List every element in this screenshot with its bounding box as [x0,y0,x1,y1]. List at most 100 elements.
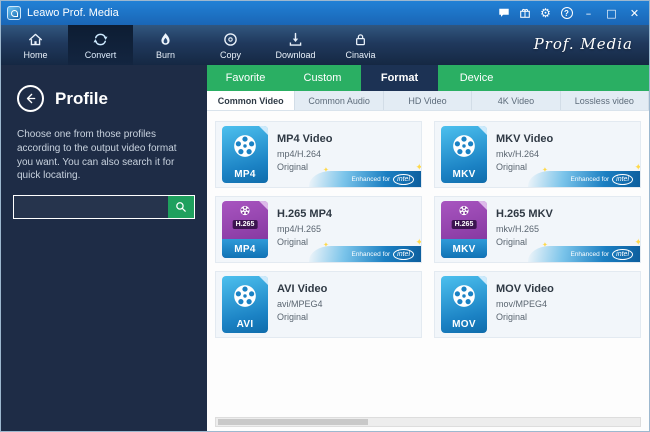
file-icon-label: MOV [452,319,476,330]
film-reel-icon [234,285,256,307]
intel-enhanced-badge: ✦ ✦ Enhanced for intel [528,239,640,262]
subtab-common-video[interactable]: Common Video [207,91,296,110]
profile-search [13,195,195,220]
sidebar-header: Profile [1,65,207,112]
toolbar-item-label: Burn [155,49,175,60]
intel-badge-text: Enhanced for [570,175,610,183]
file-icon-label: MKV [452,169,476,180]
sparkle-icon: ✦ [323,166,329,174]
profile-quality: Original [496,312,528,322]
video-file-icon: H.265 MKV [441,201,487,258]
film-reel-icon [453,285,475,307]
toolbar-item-label: Convert [84,49,117,60]
profile-description: Choose one from those profiles according… [17,129,177,182]
titlebar: Leawo Prof. Media ⚙ ? – □ ✕ [1,1,649,25]
intel-badge-text: Enhanced for [351,175,391,183]
toolbar-item-label: Copy [219,49,241,60]
minimize-button[interactable]: – [578,4,599,22]
sparkle-icon: ✦ [323,241,329,249]
toolbar-item-download[interactable]: Download [263,25,328,65]
profile-card-h265-mkv[interactable]: H.265 MKV H.265 MKV mkv/H.265 Original ✦… [434,196,641,263]
file-icon-label: AVI [236,319,254,330]
profile-info: AVI Video avi/MPEG4 Original [268,276,327,333]
sparkle-icon: ✦ [542,166,548,174]
toolbar-item-home[interactable]: Home [3,25,68,65]
profile-format: mov/MPEG4 [496,299,548,309]
search-button[interactable] [168,196,194,219]
intel-badge-text: Enhanced for [351,250,391,258]
close-button[interactable]: ✕ [624,4,645,22]
main-toolbar: Home Convert Burn Copy Download Cinavia … [1,25,649,65]
titlebar-actions: ⚙ ? – □ ✕ [494,4,645,22]
codec-label: H.265 [451,220,477,229]
sparkle-icon: ✦ [415,239,421,248]
cinavia-lock-icon [356,33,365,45]
back-button[interactable] [17,85,44,112]
search-input[interactable] [14,196,168,219]
profile-format: mkv/H.264 [496,149,540,159]
home-icon [29,33,42,45]
profile-title: MKV Video [496,133,554,145]
subtab-4k-video[interactable]: 4K Video [472,91,561,110]
intel-logo: intel [612,173,633,185]
app-window: Leawo Prof. Media ⚙ ? – □ ✕ Home Convert… [0,0,650,432]
download-icon [289,32,302,46]
gift-icon[interactable] [515,4,534,22]
profile-title: MOV Video [496,283,554,295]
tab-device[interactable]: Device [438,65,515,91]
tab-custom[interactable]: Custom [284,65,361,91]
profile-card-mov[interactable]: MOV MOV Video mov/MPEG4 Original [434,271,641,338]
toolbar-item-copy[interactable]: Copy [198,25,263,65]
intel-logo: intel [393,173,414,185]
subtab-common-audio[interactable]: Common Audio [295,91,384,110]
profile-card-avi[interactable]: AVI AVI Video avi/MPEG4 Original [215,271,422,338]
profile-title: AVI Video [277,283,328,295]
profile-panel: Favorite Custom Format Device Common Vid… [207,65,650,431]
app-logo-icon [7,6,21,20]
copy-disc-icon [224,32,237,46]
intel-enhanced-badge: ✦ ✦ Enhanced for intel [528,164,640,187]
video-file-icon: AVI [222,276,268,333]
gear-glyph: ⚙ [540,6,551,20]
intel-enhanced-badge: ✦ ✦ Enhanced for intel [309,239,421,262]
category-tabbar: Favorite Custom Format Device [207,65,649,91]
content-area: Profile Choose one from those profiles a… [1,65,650,431]
sparkle-icon: ✦ [634,239,640,248]
help-icon[interactable]: ? [557,4,576,22]
window-title: Leawo Prof. Media [27,7,119,19]
horizontal-scrollbar[interactable] [215,417,641,427]
tab-favorite[interactable]: Favorite [207,65,284,91]
video-file-icon: H.265 MP4 [222,201,268,258]
profile-format: mp4/H.265 [277,224,322,234]
codec-label: H.265 [232,220,258,229]
film-reel-icon [240,205,250,216]
video-file-icon: MOV [441,276,487,333]
profile-quality: Original [277,312,309,322]
video-file-icon: MKV [441,126,487,183]
profile-card-mp4[interactable]: MP4 MP4 Video mp4/H.264 Original ✦ ✦ Enh… [215,121,422,188]
scrollbar-thumb[interactable] [218,419,368,425]
toolbar-item-label: Download [275,49,316,60]
profile-card-mkv[interactable]: MKV MKV Video mkv/H.264 Original ✦ ✦ Enh… [434,121,641,188]
sparkle-icon: ✦ [542,241,548,249]
film-reel-icon [234,135,256,157]
settings-gear-icon[interactable]: ⚙ [536,4,555,22]
page-title: Profile [55,88,108,108]
subtab-lossless-video[interactable]: Lossless video [560,91,650,110]
subtab-hd-video[interactable]: HD Video [383,91,473,110]
video-file-icon: MP4 [222,126,268,183]
toolbar-item-label: Cinavia [345,49,376,60]
toolbar-item-burn[interactable]: Burn [133,25,198,65]
profile-format: mkv/H.265 [496,224,540,234]
profile-card-h265-mp4[interactable]: H.265 MP4 H.265 MP4 mp4/H.265 Original ✦… [215,196,422,263]
help-glyph: ? [560,7,573,19]
tab-format[interactable]: Format [361,65,438,91]
film-reel-icon [459,205,469,216]
profile-format: avi/MPEG4 [277,299,323,309]
maximize-button[interactable]: □ [601,4,622,22]
profile-sidebar: Profile Choose one from those profiles a… [1,65,207,431]
feedback-icon[interactable] [494,4,513,22]
toolbar-item-cinavia[interactable]: Cinavia [328,25,393,65]
format-subtabbar: Common Video Common Audio HD Video 4K Vi… [207,91,650,111]
toolbar-item-convert[interactable]: Convert [68,25,133,65]
